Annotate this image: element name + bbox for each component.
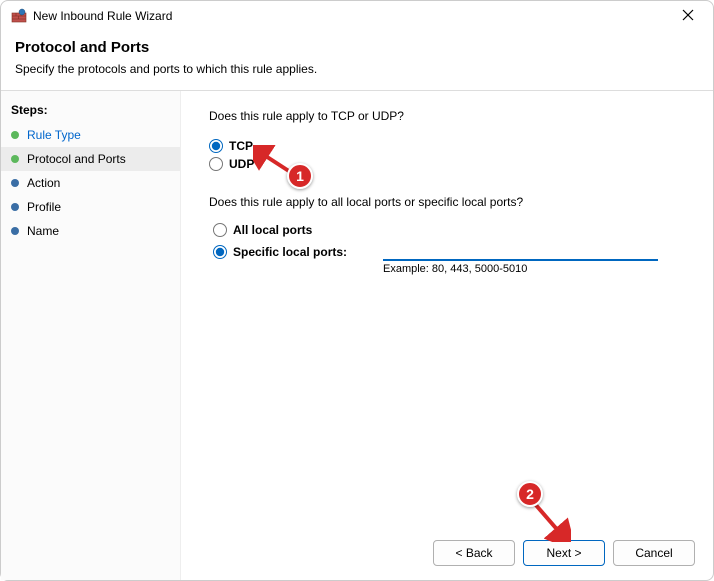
bullet-icon [11, 179, 19, 187]
step-label: Protocol and Ports [27, 152, 126, 166]
titlebar: New Inbound Rule Wizard [1, 1, 713, 31]
specific-ports-input[interactable] [383, 241, 658, 261]
bullet-icon [11, 155, 19, 163]
udp-option[interactable]: UDP [209, 157, 685, 171]
wizard-body: Steps: Rule Type Protocol and Ports Acti… [1, 91, 713, 580]
step-label: Action [27, 176, 60, 190]
next-button[interactable]: Next > [523, 540, 605, 566]
step-label: Profile [27, 200, 61, 214]
tcp-radio[interactable] [209, 139, 223, 153]
specific-ports-label: Specific local ports: [233, 245, 347, 259]
all-ports-option[interactable]: All local ports [213, 223, 685, 237]
step-name[interactable]: Name [1, 219, 180, 243]
cancel-button[interactable]: Cancel [613, 540, 695, 566]
specific-ports-radio[interactable] [213, 245, 227, 259]
window-title: New Inbound Rule Wizard [33, 9, 673, 23]
ports-question: Does this rule apply to all local ports … [209, 195, 685, 209]
step-label: Rule Type [27, 128, 81, 142]
back-button[interactable]: < Back [433, 540, 515, 566]
step-label: Name [27, 224, 59, 238]
bullet-icon [11, 131, 19, 139]
tcp-label: TCP [229, 139, 253, 153]
ports-example: Example: 80, 443, 5000-5010 [383, 263, 685, 275]
step-protocol-and-ports[interactable]: Protocol and Ports [1, 147, 180, 171]
protocol-question: Does this rule apply to TCP or UDP? [209, 109, 685, 123]
step-profile[interactable]: Profile [1, 195, 180, 219]
wizard-window: New Inbound Rule Wizard Protocol and Por… [0, 0, 714, 581]
ports-section: Does this rule apply to all local ports … [209, 195, 685, 275]
udp-radio[interactable] [209, 157, 223, 171]
wizard-header: Protocol and Ports Specify the protocols… [1, 31, 713, 91]
wizard-footer: < Back Next > Cancel [433, 540, 695, 566]
step-rule-type[interactable]: Rule Type [1, 123, 180, 147]
specific-ports-option[interactable]: Specific local ports: [213, 245, 383, 259]
bullet-icon [11, 203, 19, 211]
main-panel: Does this rule apply to TCP or UDP? TCP … [181, 91, 713, 580]
all-ports-radio[interactable] [213, 223, 227, 237]
tcp-option[interactable]: TCP [209, 139, 685, 153]
steps-label: Steps: [1, 99, 180, 123]
firewall-icon [11, 8, 27, 24]
step-action[interactable]: Action [1, 171, 180, 195]
all-ports-label: All local ports [233, 223, 312, 237]
steps-sidebar: Steps: Rule Type Protocol and Ports Acti… [1, 91, 181, 580]
page-subtitle: Specify the protocols and ports to which… [15, 62, 699, 76]
close-icon[interactable] [673, 8, 703, 24]
page-title: Protocol and Ports [15, 39, 699, 56]
protocol-radio-group: TCP UDP [209, 139, 685, 171]
udp-label: UDP [229, 157, 254, 171]
bullet-icon [11, 227, 19, 235]
